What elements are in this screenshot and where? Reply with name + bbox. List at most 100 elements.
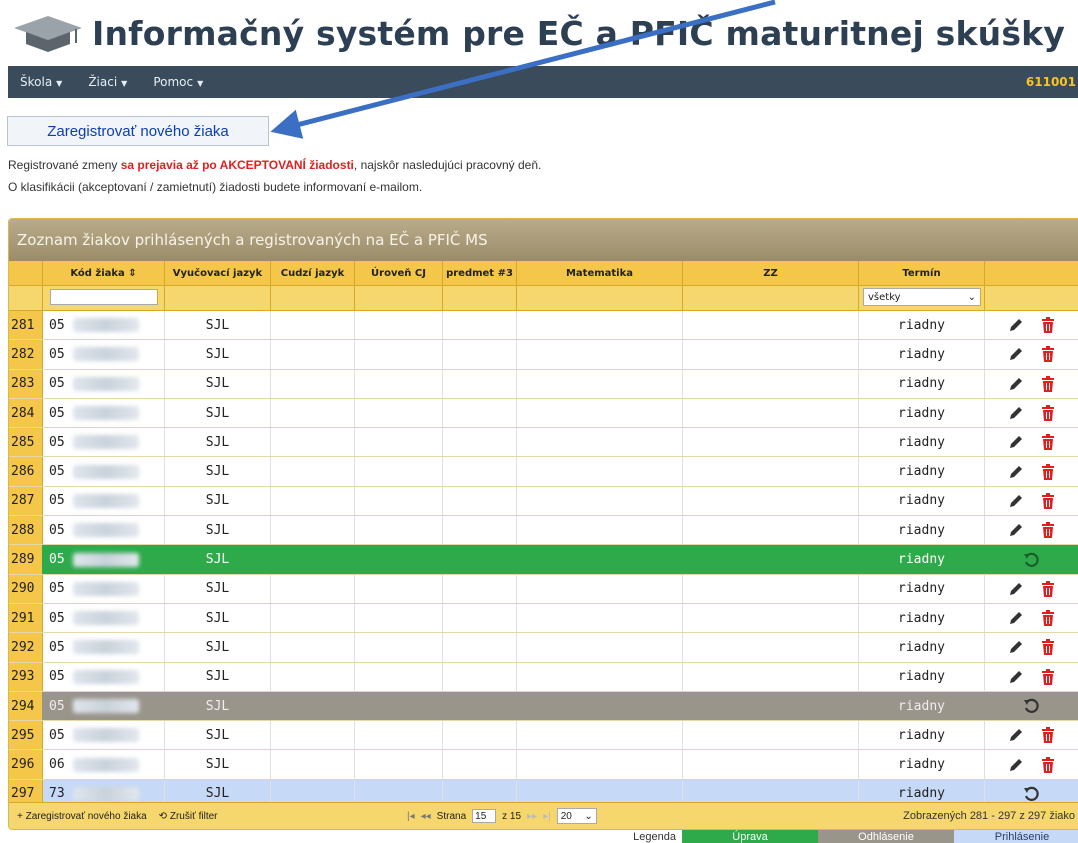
undo-icon[interactable] <box>1023 785 1041 803</box>
table-row[interactable]: 281 05 SJL riadny <box>9 311 1078 341</box>
col-student-code[interactable]: Kód žiaka ⇕ <box>43 261 165 285</box>
delete-trash-icon[interactable] <box>1039 668 1057 686</box>
undo-icon[interactable] <box>1023 551 1041 569</box>
student-code-cell: 05 <box>43 633 165 662</box>
col-foreign-language[interactable]: Cudzí jazyk <box>271 261 355 285</box>
edit-pencil-icon[interactable] <box>1007 375 1025 393</box>
col-cj-level[interactable]: Úroveň CJ <box>355 261 443 285</box>
table-row[interactable]: 293 05 SJL riadny <box>9 662 1078 692</box>
edit-pencil-icon[interactable] <box>1007 580 1025 598</box>
edit-pencil-icon[interactable] <box>1007 345 1025 363</box>
col-teaching-language[interactable]: Vyučovací jazyk <box>165 261 271 285</box>
term-cell: riadny <box>859 398 985 428</box>
reset-icon: ⟲ <box>158 810 168 822</box>
grid-pager: + Zaregistrovať nového žiaka ⟲ Zrušiť fi… <box>9 802 1078 829</box>
delete-trash-icon[interactable] <box>1039 756 1057 774</box>
page-number-input[interactable]: 15 <box>472 809 497 823</box>
table-row[interactable]: 284 05 SJL riadny <box>9 398 1078 429</box>
register-student-button[interactable]: Zaregistrovať nového žiaka <box>7 116 269 146</box>
table-row[interactable]: 294 05 SJL riadny <box>9 691 1078 722</box>
last-page-icon[interactable]: ▸| <box>543 811 551 822</box>
table-row[interactable]: 292 05 SJL riadny <box>9 633 1078 663</box>
edit-pencil-icon[interactable] <box>1007 668 1025 686</box>
undo-icon[interactable] <box>1023 697 1041 715</box>
table-row[interactable]: 290 05 SJL riadny <box>9 574 1078 604</box>
next-page-icon[interactable]: ▸▸ <box>527 811 537 822</box>
nav-menu-pomoc[interactable]: Pomoc ▼ <box>153 75 203 89</box>
teaching-language-cell: SJL <box>165 516 271 545</box>
row-number: 295 <box>9 721 43 750</box>
delete-trash-icon[interactable] <box>1039 404 1057 422</box>
row-number: 289 <box>9 545 43 574</box>
teaching-language-cell: SJL <box>165 662 271 691</box>
delete-trash-icon[interactable] <box>1039 345 1057 363</box>
delete-trash-icon[interactable] <box>1039 638 1057 656</box>
delete-trash-icon[interactable] <box>1039 521 1057 539</box>
grid-body: 281 05 SJL riadny 282 05 SJL riadny 283 05 SJL riad… <box>9 311 1078 810</box>
pager-add-student-button[interactable]: + Zaregistrovať nového žiaka <box>17 811 147 822</box>
edit-pencil-icon[interactable] <box>1007 756 1025 774</box>
teaching-language-cell: SJL <box>165 486 271 516</box>
table-row[interactable]: 296 06 SJL riadny <box>9 750 1078 780</box>
edit-pencil-icon[interactable] <box>1007 609 1025 627</box>
term-cell: riadny <box>859 369 985 398</box>
student-code: 05 <box>49 552 65 568</box>
row-number: 293 <box>9 662 43 691</box>
edit-pencil-icon[interactable] <box>1007 433 1025 451</box>
table-row[interactable]: 289 05 SJL riadny <box>9 545 1078 575</box>
student-code-cell: 05 <box>43 662 165 691</box>
page-label: Strana <box>436 810 467 822</box>
pager-reset-filter-button[interactable]: ⟲ Zrušiť filter <box>159 811 218 822</box>
legend-signon: Prihlásenie <box>954 830 1078 843</box>
edit-pencil-icon[interactable] <box>1007 404 1025 422</box>
col-mathematics[interactable]: Matematika <box>517 261 683 285</box>
edit-pencil-icon[interactable] <box>1007 638 1025 656</box>
term-cell: riadny <box>859 574 985 603</box>
delete-trash-icon[interactable] <box>1039 375 1057 393</box>
delete-trash-icon[interactable] <box>1039 316 1057 334</box>
page-size-select[interactable]: 20 ⌄ <box>556 808 597 824</box>
term-cell: riadny <box>859 486 985 516</box>
term-cell: riadny <box>859 516 985 545</box>
table-row[interactable]: 285 05 SJL riadny <box>9 428 1078 458</box>
table-row[interactable]: 286 05 SJL riadny <box>9 457 1078 487</box>
delete-trash-icon[interactable] <box>1039 433 1057 451</box>
term-cell: riadny <box>859 691 985 721</box>
delete-trash-icon[interactable] <box>1039 580 1057 598</box>
delete-trash-icon[interactable] <box>1039 609 1057 627</box>
caret-down-icon: ▼ <box>121 79 128 88</box>
term-cell: riadny <box>859 721 985 750</box>
edit-pencil-icon[interactable] <box>1007 316 1025 334</box>
caret-down-icon: ▼ <box>56 79 63 88</box>
legend-signoff: Odhlásenie <box>818 830 954 843</box>
edit-pencil-icon[interactable] <box>1007 492 1025 510</box>
redacted-code <box>72 435 139 450</box>
delete-trash-icon[interactable] <box>1039 492 1057 510</box>
table-row[interactable]: 291 05 SJL riadny <box>9 603 1078 634</box>
col-term[interactable]: Termín <box>859 261 985 285</box>
table-row[interactable]: 288 05 SJL riadny <box>9 516 1078 546</box>
info-notice: Registrované zmeny sa prejavia až po AKC… <box>8 158 542 172</box>
row-number: 283 <box>9 369 43 398</box>
col-subject-3[interactable]: predmet #3 <box>443 261 517 285</box>
edit-pencil-icon[interactable] <box>1007 521 1025 539</box>
delete-trash-icon[interactable] <box>1039 463 1057 481</box>
student-code-cell: 05 <box>43 340 165 369</box>
legend-label: Legenda <box>633 830 676 843</box>
term-filter-select[interactable]: všetky ⌄ <box>863 288 981 306</box>
legend-edit: Úprava <box>682 830 818 843</box>
prev-page-icon[interactable]: ◂◂ <box>421 811 431 822</box>
col-zz[interactable]: ZZ <box>683 261 859 285</box>
school-code: 611001 <box>1025 75 1076 89</box>
table-row[interactable]: 295 05 SJL riadny <box>9 721 1078 751</box>
table-row[interactable]: 283 05 SJL riadny <box>9 369 1078 399</box>
edit-pencil-icon[interactable] <box>1007 463 1025 481</box>
edit-pencil-icon[interactable] <box>1007 726 1025 744</box>
nav-menu-skola[interactable]: Škola ▼ <box>20 75 62 89</box>
nav-menu-ziaci[interactable]: Žiaci ▼ <box>88 75 127 89</box>
table-row[interactable]: 287 05 SJL riadny <box>9 486 1078 517</box>
table-row[interactable]: 282 05 SJL riadny <box>9 340 1078 370</box>
student-code-filter-input[interactable] <box>50 289 158 305</box>
delete-trash-icon[interactable] <box>1039 726 1057 744</box>
first-page-icon[interactable]: |◂ <box>407 811 415 822</box>
